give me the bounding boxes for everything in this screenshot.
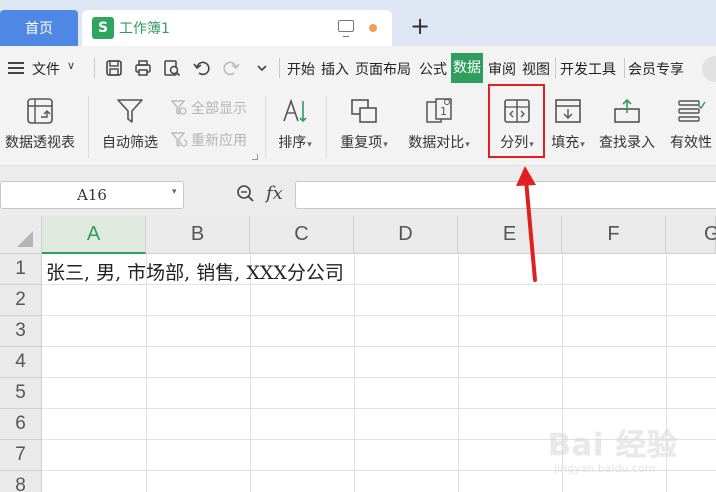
watermark-logo: Bai 经验	[548, 428, 678, 463]
red-pointer-arrow-icon	[516, 166, 537, 282]
baidu-jingyan-watermark: Bai 经验 jingyan.baidu.com	[548, 420, 708, 480]
watermark-url: jingyan.baidu.com	[554, 462, 656, 475]
